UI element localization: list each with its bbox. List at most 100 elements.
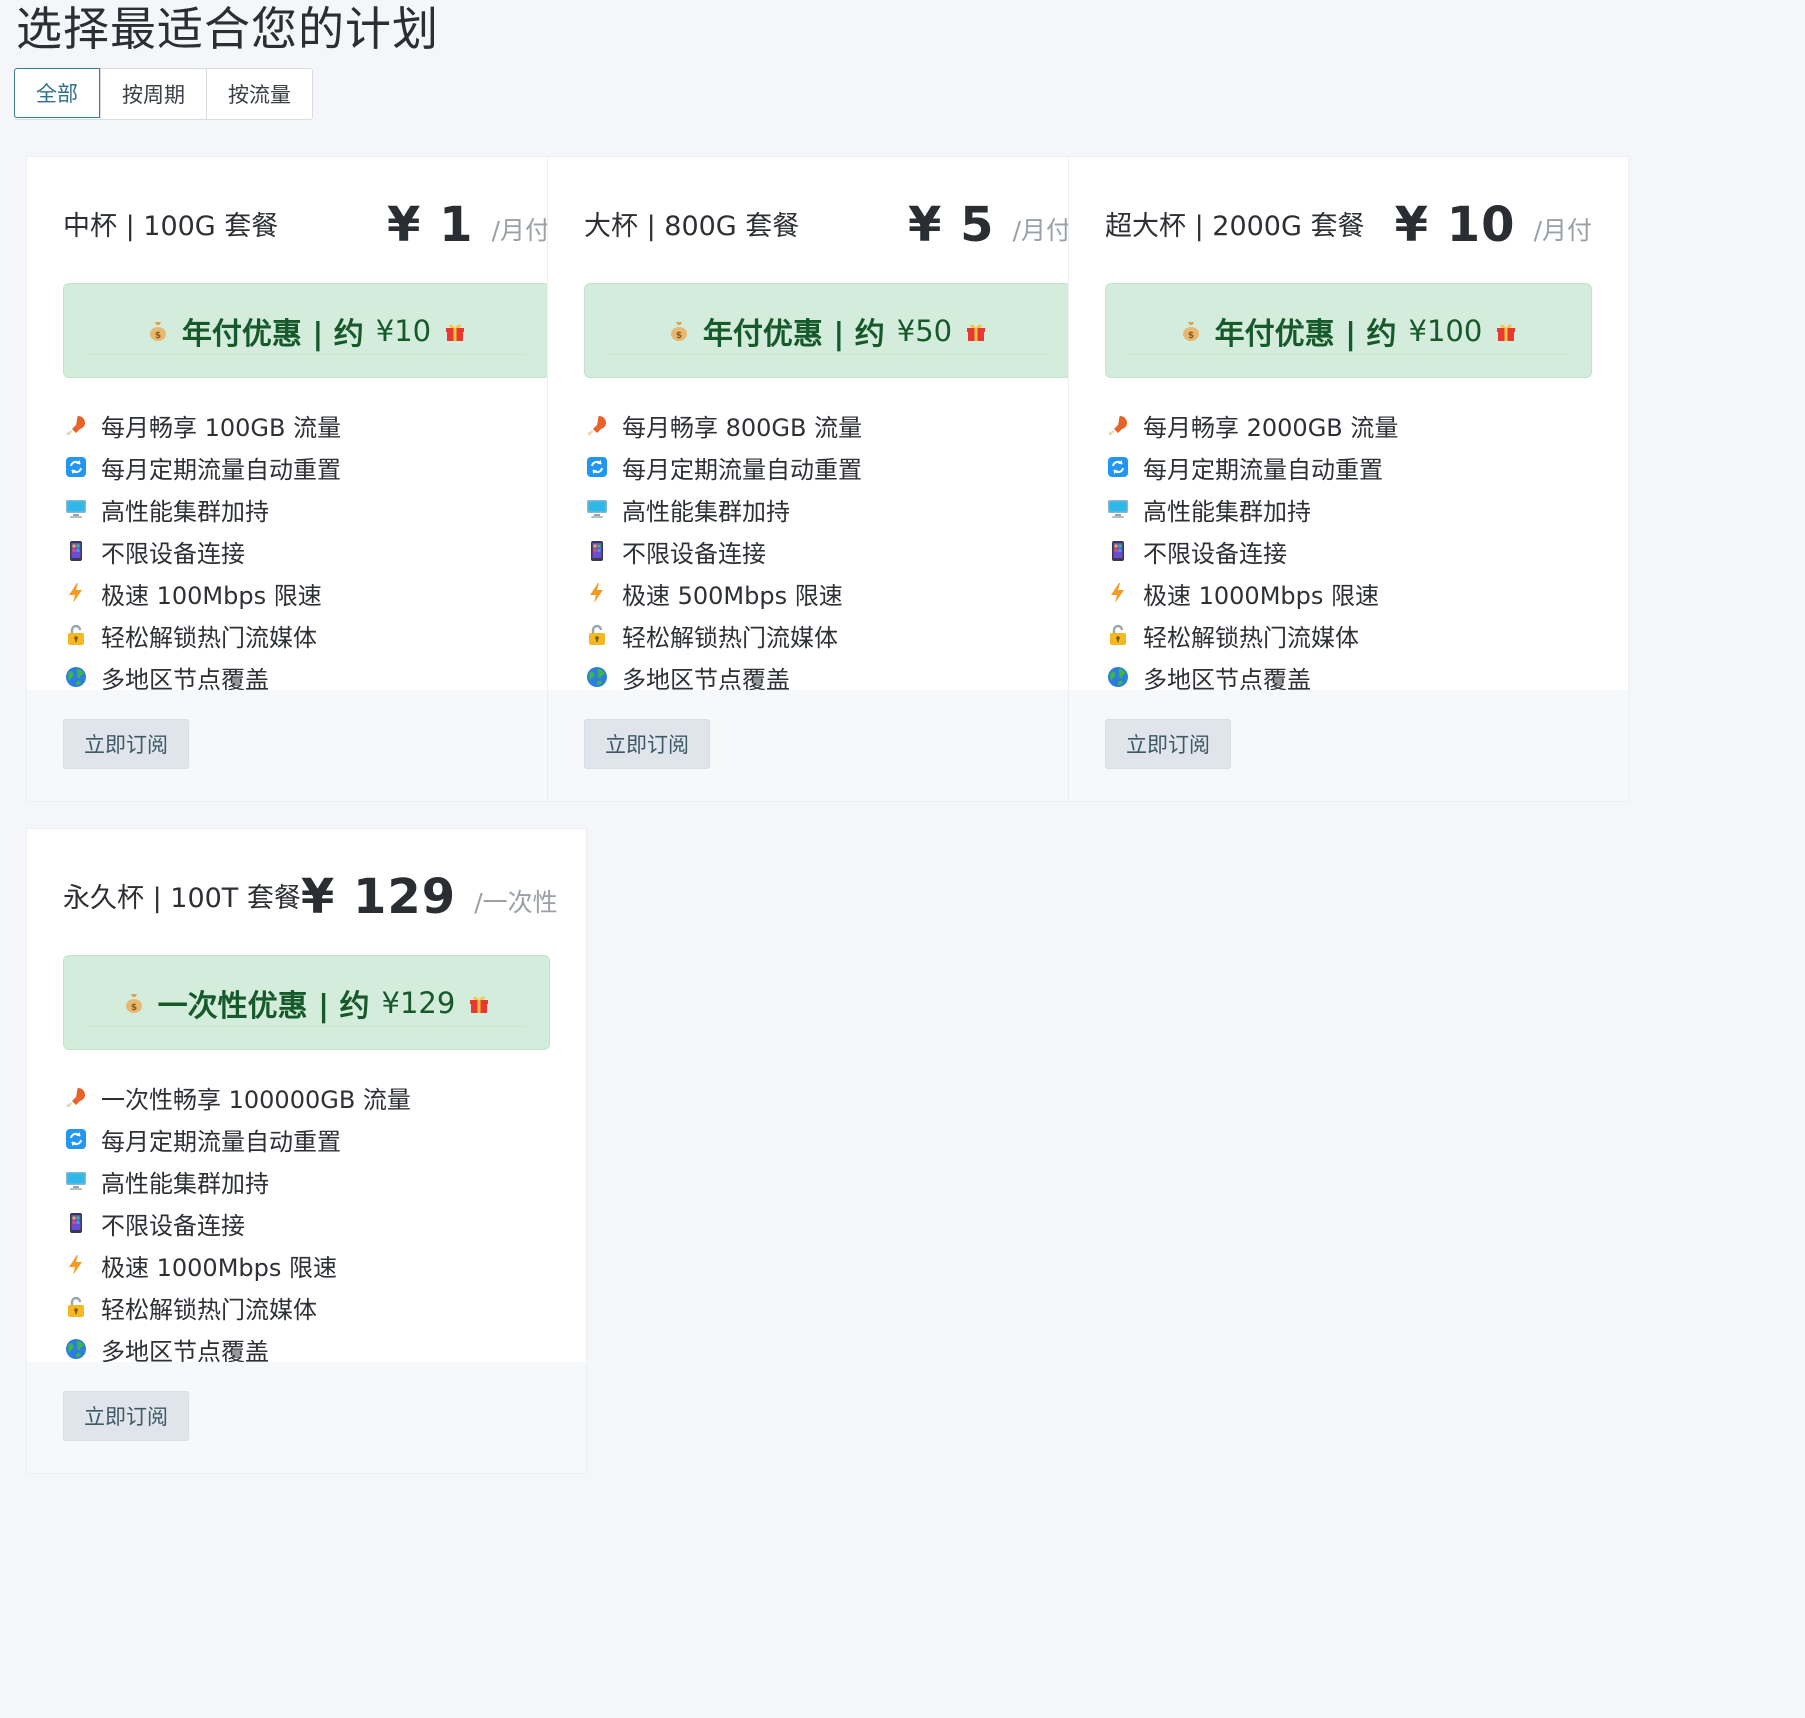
- plan-price: ¥ 129: [300, 869, 457, 925]
- promo-value: ¥10: [375, 313, 432, 348]
- feature-item: 不限设备连接: [584, 530, 1071, 572]
- plan-footer: 立即订阅: [27, 1362, 586, 1473]
- drumstick-icon: [584, 412, 610, 438]
- monitor-icon: [63, 1168, 89, 1194]
- promo-label: 年付优惠 | 约: [181, 316, 364, 352]
- drumstick-icon: [63, 412, 89, 438]
- feature-text: 不限设备连接: [622, 539, 766, 568]
- svg-text:$: $: [1188, 331, 1194, 341]
- feature-text: 高性能集群加持: [101, 497, 269, 526]
- plan-footer: 立即订阅: [548, 690, 1107, 801]
- subscribe-button[interactable]: 立即订阅: [63, 719, 189, 769]
- subscribe-button[interactable]: 立即订阅: [63, 1391, 189, 1441]
- promo-banner: $ 年付优惠 | 约 ¥10: [63, 283, 550, 378]
- lightning-icon: [1105, 580, 1131, 606]
- refresh-icon: [63, 454, 89, 480]
- plan-price: ¥ 1: [387, 197, 474, 253]
- feature-item: 轻松解锁热门流媒体: [63, 614, 550, 656]
- feature-text: 每月畅享 2000GB 流量: [1143, 413, 1399, 442]
- filter-by-period-button[interactable]: 按周期: [100, 69, 206, 119]
- gift-icon: [964, 319, 988, 343]
- plan-price: ¥ 5: [908, 197, 995, 253]
- monitor-icon: [63, 496, 89, 522]
- lightning-icon: [63, 580, 89, 606]
- monitor-icon: [1105, 496, 1131, 522]
- plan-price-group: ¥ 1 /月付: [387, 197, 550, 253]
- plan-footer: 立即订阅: [27, 690, 586, 801]
- plan-name: 中杯 | 100G 套餐: [63, 211, 279, 242]
- page: 选择最适合您的计划 全部 按周期 按流量 中杯 | 100G 套餐 ¥ 1 /月…: [0, 0, 1805, 1718]
- plan-price-group: ¥ 129 /一次性: [301, 869, 558, 925]
- money-bag-icon: $: [1179, 319, 1203, 343]
- gift-icon: [467, 991, 491, 1015]
- refresh-icon: [584, 454, 610, 480]
- feature-item: 极速 1000Mbps 限速: [1105, 572, 1592, 614]
- feature-text: 不限设备连接: [101, 1211, 245, 1240]
- refresh-icon: [1105, 454, 1131, 480]
- feature-item: 每月畅享 800GB 流量: [584, 404, 1071, 446]
- plan-header: 超大杯 | 2000G 套餐 ¥ 10 /月付: [1105, 193, 1592, 253]
- plan-header: 永久杯 | 100T 套餐 ¥ 129 /一次性: [63, 865, 558, 925]
- feature-text: 轻松解锁热门流媒体: [1143, 623, 1359, 652]
- promo-label: 年付优惠 | 约: [1214, 316, 1397, 352]
- monitor-icon: [584, 496, 610, 522]
- feature-item: 每月定期流量自动重置: [584, 446, 1071, 488]
- feature-text: 极速 1000Mbps 限速: [101, 1253, 338, 1282]
- globe-icon: [1105, 664, 1131, 690]
- money-bag-icon: $: [667, 319, 691, 343]
- plan-period: /月付: [1012, 216, 1071, 245]
- svg-text:$: $: [131, 1003, 137, 1013]
- feature-item: 每月定期流量自动重置: [63, 1118, 550, 1160]
- feature-item: 不限设备连接: [63, 1202, 550, 1244]
- feature-item: 轻松解锁热门流媒体: [63, 1286, 550, 1328]
- svg-text:$: $: [676, 331, 682, 341]
- feature-item: 不限设备连接: [1105, 530, 1592, 572]
- filter-by-traffic-button[interactable]: 按流量: [206, 69, 312, 119]
- plan-card-4: 永久杯 | 100T 套餐 ¥ 129 /一次性 $ 一次性优惠 | 约 ¥12…: [26, 828, 587, 1474]
- plan-card-3: 超大杯 | 2000G 套餐 ¥ 10 /月付 $ 年付优惠 | 约 ¥100 …: [1068, 156, 1629, 802]
- feature-item: 每月畅享 100GB 流量: [63, 404, 550, 446]
- subscribe-button[interactable]: 立即订阅: [1105, 719, 1231, 769]
- feature-text: 每月定期流量自动重置: [1143, 455, 1383, 484]
- unlock-icon: [584, 622, 610, 648]
- feature-text: 极速 1000Mbps 限速: [1143, 581, 1380, 610]
- promo-label: 年付优惠 | 约: [702, 316, 885, 352]
- feature-text: 一次性畅享 100000GB 流量: [101, 1085, 411, 1114]
- plan-name: 大杯 | 800G 套餐: [584, 211, 800, 242]
- filter-all-button[interactable]: 全部: [14, 68, 100, 118]
- feature-text: 每月定期流量自动重置: [622, 455, 862, 484]
- feature-item: 每月定期流量自动重置: [1105, 446, 1592, 488]
- drumstick-icon: [63, 1084, 89, 1110]
- plan-header: 大杯 | 800G 套餐 ¥ 5 /月付: [584, 193, 1071, 253]
- subscribe-button[interactable]: 立即订阅: [584, 719, 710, 769]
- plan-period: /一次性: [474, 888, 558, 917]
- feature-item: 极速 1000Mbps 限速: [63, 1244, 550, 1286]
- feature-text: 每月定期流量自动重置: [101, 455, 341, 484]
- feature-item: 高性能集群加持: [584, 488, 1071, 530]
- page-title: 选择最适合您的计划: [16, 2, 439, 56]
- plan-period: /月付: [1533, 216, 1592, 245]
- unlock-icon: [1105, 622, 1131, 648]
- promo-banner: $ 年付优惠 | 约 ¥100: [1105, 283, 1592, 378]
- plan-card-2: 大杯 | 800G 套餐 ¥ 5 /月付 $ 年付优惠 | 约 ¥50 每月畅享…: [547, 156, 1108, 802]
- promo-label: 一次性优惠 | 约: [157, 988, 370, 1024]
- feature-text: 每月畅享 800GB 流量: [622, 413, 863, 442]
- promo-value: ¥50: [896, 313, 953, 348]
- feature-text: 不限设备连接: [101, 539, 245, 568]
- plan-price: ¥ 10: [1394, 197, 1516, 253]
- feature-text: 不限设备连接: [1143, 539, 1287, 568]
- money-bag-icon: $: [146, 319, 170, 343]
- globe-icon: [63, 1336, 89, 1362]
- promo-banner: $ 年付优惠 | 约 ¥50: [584, 283, 1071, 378]
- promo-banner: $ 一次性优惠 | 约 ¥129: [63, 955, 550, 1050]
- promo-value: ¥100: [1408, 313, 1483, 348]
- feature-item: 轻松解锁热门流媒体: [1105, 614, 1592, 656]
- phone-icon: [63, 538, 89, 564]
- feature-item: 不限设备连接: [63, 530, 550, 572]
- unlock-icon: [63, 622, 89, 648]
- plan-period: /月付: [491, 216, 550, 245]
- plan-name: 永久杯 | 100T 套餐: [63, 883, 301, 914]
- phone-icon: [1105, 538, 1131, 564]
- feature-item: 每月定期流量自动重置: [63, 446, 550, 488]
- lightning-icon: [63, 1252, 89, 1278]
